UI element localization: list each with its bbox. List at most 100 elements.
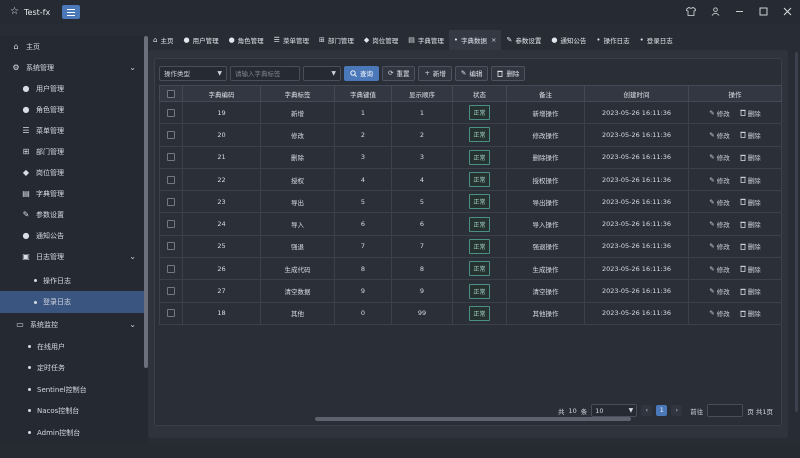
column-header[interactable]: 备注: [507, 86, 585, 101]
sidebar-item-home[interactable]: ⌂ 主页: [0, 36, 144, 57]
delete-button[interactable]: 删除: [491, 65, 526, 81]
row-checkbox[interactable]: [167, 153, 175, 162]
column-header[interactable]: 字典标签: [261, 86, 335, 101]
sidebar-item-monitoring[interactable]: ▭ 系统监控 ⌄: [0, 314, 144, 335]
table-row[interactable]: 19 新增 1 1 正常 新增操作 2023-05-26 16:11:36 ✎ 修改 删除: [159, 102, 782, 125]
row-edit-button[interactable]: ✎ 修改: [709, 308, 729, 318]
select-all-checkbox[interactable]: [167, 89, 175, 98]
row-delete-button[interactable]: 删除: [740, 219, 761, 229]
edit-button[interactable]: ✎ 编辑: [454, 65, 489, 81]
sidebar-item-nacos[interactable]: Nacos控制台: [0, 400, 144, 421]
sidebar-item-online-users[interactable]: 在线用户: [0, 336, 144, 357]
tab-posts[interactable]: ◆ 岗位管理: [359, 30, 403, 50]
close-button[interactable]: [780, 4, 794, 18]
tab-operation-log[interactable]: • 操作日志: [591, 30, 634, 50]
page-size-select[interactable]: 10 ▼: [591, 404, 638, 417]
column-header[interactable]: 创建时间: [585, 86, 689, 101]
reset-button[interactable]: ⟳ 重置: [382, 65, 416, 81]
table-row[interactable]: 26 生成代码 8 8 正常 生成操作 2023-05-26 16:11:36 ✎ 修改 删除: [159, 258, 782, 281]
row-checkbox[interactable]: [167, 197, 175, 206]
row-delete-button[interactable]: 删除: [740, 130, 761, 140]
tab-login-log[interactable]: • 登录日志: [635, 30, 678, 50]
row-checkbox[interactable]: [167, 309, 175, 318]
table-row[interactable]: 21 删除 3 3 正常 删除操作 2023-05-26 16:11:36 ✎ 修改 删除: [159, 146, 782, 169]
row-edit-button[interactable]: ✎ 修改: [709, 286, 729, 296]
column-header[interactable]: 字典键值: [335, 86, 392, 101]
dict-label-input[interactable]: 请输入字典标签: [230, 65, 300, 81]
theme-shirt-icon[interactable]: [684, 4, 698, 18]
table-row[interactable]: 20 修改 2 2 正常 修改操作 2023-05-26 16:11:36 ✎ 修改 删除: [159, 124, 782, 147]
tab-home[interactable]: ⌂ 主页: [148, 30, 178, 50]
sidebar-item-users[interactable]: ● 用户管理: [0, 78, 144, 99]
tab-parameters[interactable]: ✎ 参数设置: [501, 30, 546, 50]
hamburger-menu-button[interactable]: [62, 5, 81, 19]
sidebar-item-departments[interactable]: ⊞ 部门管理: [0, 141, 144, 162]
minimize-button[interactable]: [732, 4, 746, 18]
tab-dictionary[interactable]: ▤ 字典管理: [403, 30, 449, 50]
sidebar-item-roles[interactable]: ● 角色管理: [0, 99, 144, 120]
row-delete-button[interactable]: 删除: [740, 308, 761, 318]
tab-users[interactable]: ● 用户管理: [178, 30, 223, 50]
sidebar-item-parameters[interactable]: ✎ 参数设置: [0, 204, 144, 225]
prev-page-button[interactable]: ‹: [641, 405, 653, 416]
sidebar-item-sentinel[interactable]: Sentinel控制台: [0, 379, 144, 400]
table-row[interactable]: 22 授权 4 4 正常 授权操作 2023-05-26 16:11:36 ✎ 修改 删除: [159, 168, 782, 192]
column-header[interactable]: 字典编码: [183, 86, 261, 101]
row-delete-button[interactable]: 删除: [740, 286, 761, 296]
tab-roles[interactable]: ● 角色管理: [224, 30, 269, 50]
row-delete-button[interactable]: 删除: [740, 264, 761, 274]
sidebar-item-menus[interactable]: ☰ 菜单管理: [0, 120, 144, 141]
row-checkbox[interactable]: [167, 287, 175, 296]
row-edit-button[interactable]: ✎ 修改: [709, 152, 729, 162]
maximize-button[interactable]: [756, 4, 770, 18]
table-row[interactable]: 24 导入 6 6 正常 导入操作 2023-05-26 16:11:36 ✎ 修改 删除: [159, 213, 782, 236]
row-edit-button[interactable]: ✎ 修改: [709, 264, 729, 274]
table-row[interactable]: 25 强退 7 7 正常 强退操作 2023-05-26 16:11:36 ✎ 修改 删除: [159, 235, 782, 259]
row-checkbox[interactable]: [167, 130, 175, 139]
table-row[interactable]: 27 清空数据 9 9 正常 清空操作 2023-05-26 16:11:36 ✎ 修改 删除: [159, 280, 782, 303]
row-delete-button[interactable]: 删除: [740, 175, 761, 185]
row-delete-button[interactable]: 删除: [740, 241, 761, 251]
search-button[interactable]: 查询: [344, 65, 379, 81]
row-checkbox[interactable]: [167, 108, 175, 117]
row-edit-button[interactable]: ✎ 修改: [709, 241, 729, 251]
close-icon[interactable]: ×: [491, 36, 496, 44]
tab-departments[interactable]: ⊞ 部门管理: [314, 30, 359, 50]
row-delete-button[interactable]: 删除: [740, 152, 761, 162]
row-edit-button[interactable]: ✎ 修改: [709, 130, 729, 140]
horizontal-scrollbar[interactable]: [315, 417, 631, 421]
tab-notices[interactable]: ● 通知公告: [546, 30, 591, 50]
next-page-button[interactable]: ›: [671, 405, 683, 416]
tab-menus[interactable]: ☰ 菜单管理: [269, 30, 314, 50]
tab-dictionary-data[interactable]: • 字典数据 ×: [448, 30, 502, 50]
sidebar-item-posts[interactable]: ◆ 岗位管理: [0, 162, 144, 183]
sidebar-item-operation-log[interactable]: 操作日志: [0, 270, 144, 291]
row-checkbox[interactable]: [167, 264, 175, 273]
row-delete-button[interactable]: 删除: [740, 197, 761, 207]
add-button[interactable]: + 新增: [418, 65, 452, 81]
page-number-current[interactable]: 1: [656, 405, 668, 416]
dict-type-select[interactable]: 操作类型 ▼: [159, 65, 227, 81]
sidebar-item-scheduled-tasks[interactable]: 定时任务: [0, 357, 144, 378]
main-scrollbar[interactable]: [795, 52, 798, 412]
sidebar-item-admin[interactable]: Admin控制台: [0, 422, 144, 443]
column-header[interactable]: 显示顺序: [392, 86, 453, 101]
row-checkbox[interactable]: [167, 175, 175, 184]
row-checkbox[interactable]: [167, 242, 175, 251]
table-row[interactable]: 23 导出 5 5 正常 导出操作 2023-05-26 16:11:36 ✎ 修改 删除: [159, 191, 782, 214]
sidebar-item-login-log[interactable]: 登录日志: [0, 291, 144, 313]
column-header[interactable]: 操作: [689, 86, 781, 101]
column-header[interactable]: 状态: [453, 86, 507, 101]
row-edit-button[interactable]: ✎ 修改: [709, 197, 729, 207]
user-profile-icon[interactable]: [708, 4, 722, 18]
sidebar-item-dictionary[interactable]: ▤ 字典管理: [0, 183, 144, 204]
row-checkbox[interactable]: [167, 220, 175, 229]
sidebar-item-system-management[interactable]: ⚙ 系统管理 ⌄: [0, 57, 144, 78]
sidebar-item-notices[interactable]: ● 通知公告: [0, 225, 144, 246]
row-delete-button[interactable]: 删除: [740, 108, 761, 118]
row-edit-button[interactable]: ✎ 修改: [709, 108, 729, 118]
status-select[interactable]: ▼: [303, 65, 341, 81]
goto-page-input[interactable]: [707, 404, 744, 417]
table-row[interactable]: 18 其他 0 99 正常 其他操作 2023-05-26 16:11:36 ✎ 修改 删除: [159, 302, 782, 325]
row-edit-button[interactable]: ✎ 修改: [709, 175, 729, 185]
